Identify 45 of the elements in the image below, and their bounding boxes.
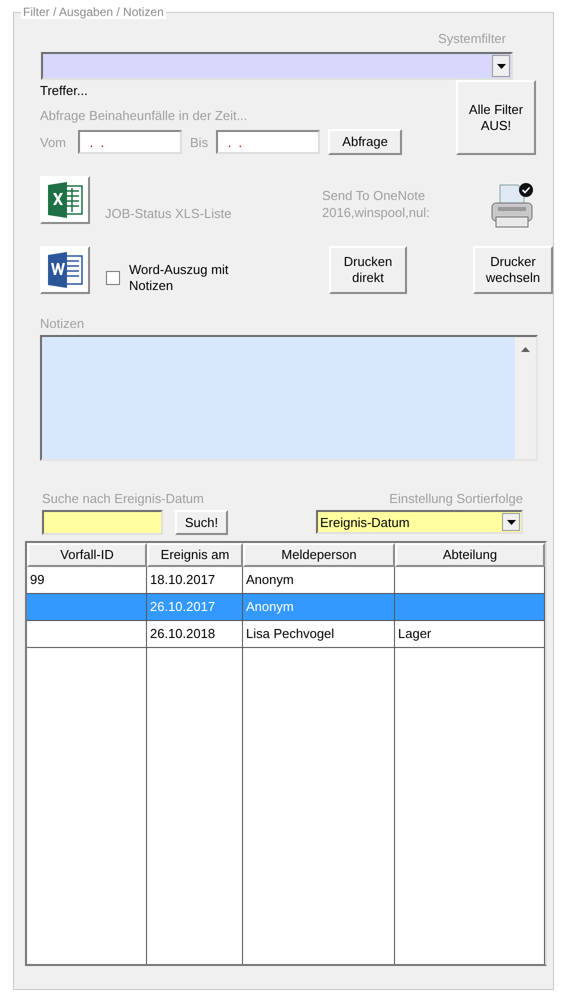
table-cell: Lisa Pechvogel xyxy=(246,626,334,641)
search-label: Suche nach Ereignis-Datum xyxy=(42,491,205,506)
excel-button[interactable] xyxy=(40,176,90,224)
spreadsheet-icon xyxy=(45,180,85,220)
from-label: Vom xyxy=(40,134,66,150)
word-checkbox[interactable] xyxy=(106,271,120,285)
systemfilter-label: Systemfilter xyxy=(438,31,506,46)
to-label: Bis xyxy=(190,134,208,150)
scroll-up-icon xyxy=(521,347,530,352)
query-label: Abfrage Beinaheunfälle in der Zeit... xyxy=(40,108,248,123)
table-cell: 18.10.2017 xyxy=(150,572,216,587)
sort-label: Einstellung Sortierfolge xyxy=(389,491,523,506)
table-cell: Anonym xyxy=(246,599,294,614)
dropdown-arrow-icon xyxy=(506,520,516,524)
print-button[interactable]: Drucken direkt xyxy=(329,246,407,294)
group-title: Filter / Ausgaben / Notizen xyxy=(21,5,166,19)
word-button[interactable] xyxy=(40,246,90,294)
query-button[interactable]: Abfrage xyxy=(328,129,402,155)
to-date-field[interactable]: . . xyxy=(216,130,320,154)
column-header[interactable]: Vorfall-ID xyxy=(27,543,147,567)
notes-field[interactable] xyxy=(40,335,538,461)
table-cell: Anonym xyxy=(246,572,294,587)
column-header[interactable]: Meldeperson xyxy=(243,543,395,567)
dropdown-arrow-icon xyxy=(496,64,506,68)
search-field[interactable] xyxy=(42,510,163,535)
systemfilter-dropdown[interactable] xyxy=(41,52,513,80)
xls-list-label: JOB-Status XLS-Liste xyxy=(105,206,232,221)
sort-dropdown[interactable]: Ereignis-Datum xyxy=(316,510,523,534)
change-printer-button[interactable]: Drucker wechseln xyxy=(473,246,553,294)
from-date-field[interactable]: . . xyxy=(78,130,182,154)
word-checkbox-label: Word-Auszug mit Notizen xyxy=(129,262,230,294)
column-header[interactable]: Abteilung xyxy=(395,543,545,567)
printer-name: Send To OneNote 2016,winspool,nul: xyxy=(322,188,431,222)
hits-label: Treffer... xyxy=(40,83,89,98)
table-cell: 99 xyxy=(30,572,44,587)
search-button[interactable]: Such! xyxy=(175,510,228,535)
scrollbar[interactable] xyxy=(515,337,536,459)
notes-label: Notizen xyxy=(40,316,86,331)
table-cell: 26.10.2017 xyxy=(150,599,216,614)
table-row[interactable]: 26.10.2018 Lisa Pechvogel Lager xyxy=(27,621,545,648)
table-cell: Lager xyxy=(398,626,432,641)
reset-filters-button[interactable]: Alle Filter AUS! xyxy=(456,80,536,155)
column-header[interactable]: Ereignis am xyxy=(147,543,243,567)
document-icon xyxy=(45,250,85,290)
table-cell: 26.10.2018 xyxy=(150,626,216,641)
